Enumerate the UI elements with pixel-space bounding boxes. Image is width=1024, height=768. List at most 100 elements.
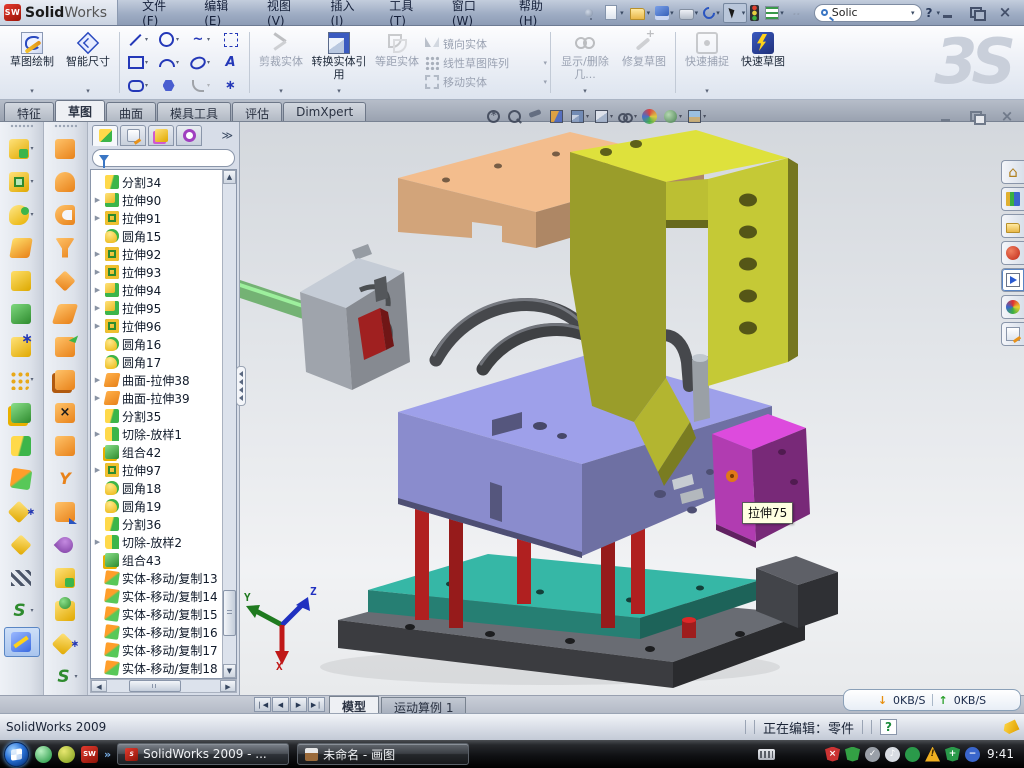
polygon-tool[interactable] (154, 75, 184, 97)
offset-surface-button[interactable] (44, 363, 87, 396)
overflow-button[interactable]: .. (787, 3, 808, 23)
boundary-surface-button[interactable] (44, 231, 87, 264)
save-button[interactable]: ▾ (653, 4, 676, 22)
part-base-plate-teal-face[interactable] (536, 590, 544, 595)
insert-mold-folder-button[interactable] (44, 528, 87, 561)
part-base-slab-face[interactable] (645, 646, 655, 652)
part-core-block-face[interactable] (533, 422, 547, 430)
mold-point-button[interactable]: ▾ (44, 627, 87, 660)
doc-minimize-button[interactable] (938, 110, 956, 123)
print-button[interactable]: ▾ (677, 4, 701, 22)
instant3d-button[interactable] (4, 627, 40, 657)
quicklaunch-messenger-icon[interactable] (35, 746, 52, 763)
design-library-tab[interactable] (1001, 187, 1024, 211)
delete-face-button[interactable]: × (44, 396, 87, 429)
tree-vertical-scrollbar[interactable]: ▲ ▼ (222, 170, 236, 678)
tab-scroll-prev-button[interactable]: ◀ (272, 697, 289, 712)
view-settings-icon[interactable]: ▾ (687, 109, 706, 124)
part-base-slab-face[interactable] (735, 631, 745, 637)
hide-show-items-icon[interactable]: ▾ (618, 109, 637, 124)
featuremanager-tree-tab[interactable] (92, 125, 118, 146)
zoom-fit-icon[interactable] (486, 109, 502, 124)
tab-evaluate[interactable]: 评估 (232, 102, 282, 121)
scroll-right-button[interactable]: ▶ (220, 680, 236, 692)
part-core-block-face[interactable] (654, 490, 666, 498)
lofted-surface-button[interactable] (44, 330, 87, 363)
extruded-cut-button[interactable]: ▾ (0, 165, 43, 198)
view-palette-tab[interactable] (1001, 268, 1024, 292)
feature-tree-item[interactable]: ▶ 拉伸91 (93, 209, 220, 227)
mirror-entities-button[interactable]: 镜向实体 (425, 36, 547, 52)
graphics-viewport[interactable]: ▾ ▾ ▾ (240, 122, 1024, 695)
mold-spline-button[interactable]: S ▾ (44, 660, 87, 693)
feature-tree-item[interactable]: 实体-移动/复制14 (93, 587, 220, 605)
move-entities-button[interactable]: 移动实体 ▾ (425, 74, 547, 90)
part-extrude75-block-face[interactable] (790, 479, 798, 485)
text-tool[interactable]: A (216, 52, 246, 74)
magnify-icon[interactable] (528, 109, 544, 124)
part-base-slab-face[interactable] (485, 631, 495, 637)
tab-features[interactable]: 特征 (4, 102, 54, 121)
status-help-button[interactable]: ? (880, 719, 897, 735)
feature-tree-item[interactable]: ▶ 切除-放样2 (93, 533, 220, 551)
scroll-left-button[interactable]: ◀ (91, 680, 107, 692)
feature-tree-item[interactable]: 组合42 (93, 443, 220, 461)
arc-tool[interactable]: ▾ (154, 52, 184, 74)
rapid-sketch-button[interactable]: 快速草图 (735, 28, 791, 97)
tray-shield-plus-icon[interactable]: + (945, 747, 960, 762)
new-file-button[interactable]: ▾ (601, 3, 626, 22)
part-clamp-bracket-face[interactable] (600, 148, 612, 156)
feature-tree-item[interactable]: 分割35 (93, 407, 220, 425)
solidworks-search-tab[interactable] (1001, 241, 1024, 265)
doc-close-button[interactable]: × (998, 110, 1016, 123)
configurationmanager-tab[interactable] (148, 125, 174, 146)
part-top-plate-face[interactable] (494, 164, 502, 169)
part-base-slab-face[interactable] (565, 638, 575, 644)
pattern-button[interactable]: ▾ (0, 363, 43, 396)
part-clamp-bracket-face[interactable] (739, 226, 757, 239)
solidworks-resources-tab[interactable]: ⌂ (1001, 160, 1024, 184)
part-clamp-bracket-face[interactable] (739, 194, 757, 207)
tree-horizontal-scrollbar[interactable]: ◀ ▶ (90, 679, 237, 693)
part-top-plate-face[interactable] (442, 178, 450, 183)
open-button[interactable]: ▾ (627, 4, 653, 22)
feature-tree-item[interactable]: 圆角17 (93, 353, 220, 371)
help-button[interactable]: ? (926, 6, 933, 20)
smart-dimension-button[interactable]: 智能尺寸 ▾ (60, 28, 116, 97)
parting-line-button[interactable]: Y (44, 462, 87, 495)
feature-tree-item[interactable]: ▶ 拉伸97 (93, 461, 220, 479)
part-fitting-face[interactable] (692, 356, 710, 422)
feature-tree-item[interactable]: ▶ 拉伸90 (93, 191, 220, 209)
feature-tree-item[interactable]: 实体-移动/复制17 (93, 641, 220, 659)
tag-icon[interactable] (1001, 719, 1019, 735)
part-clamp-bracket-face[interactable] (666, 220, 708, 228)
feature-tree-item[interactable]: ▶ 拉伸95 (93, 299, 220, 317)
feature-tree-item[interactable]: ▶ 拉伸93 (93, 263, 220, 281)
panel-chevron-icon[interactable]: ≫ (221, 129, 235, 142)
feature-tree-item[interactable]: 实体-移动/复制16 (93, 623, 220, 641)
display-style-icon[interactable]: ▾ (594, 109, 613, 124)
lofted-cut-button[interactable] (0, 297, 43, 330)
sketch-fillet-tool[interactable]: ▾ (185, 75, 215, 97)
dome-button[interactable] (44, 594, 87, 627)
slot-tool[interactable]: ▾ (123, 75, 153, 97)
part-clamp-bracket-face[interactable] (739, 258, 757, 271)
part-fitting-face[interactable] (692, 354, 708, 362)
scrollbar-thumb[interactable] (129, 680, 181, 692)
part-guide-pins-face[interactable] (682, 617, 696, 623)
undo-button[interactable]: ▾ (701, 5, 722, 21)
feature-tree-item[interactable]: 组合43 (93, 551, 220, 569)
part-extrude75-block-face[interactable] (778, 449, 786, 455)
knit-surface-button[interactable] (44, 264, 87, 297)
rebuild-button[interactable] (748, 3, 762, 23)
start-button[interactable] (4, 742, 29, 767)
convert-entities-button[interactable]: 转换实体引用 ▾ (309, 28, 369, 97)
part-head-block-face[interactable] (374, 276, 388, 302)
ruled-surface-button[interactable] (44, 165, 87, 198)
feature-tree-item[interactable]: ▶ 拉伸92 (93, 245, 220, 263)
pin-icon[interactable] (579, 3, 600, 23)
tab-scroll-first-button[interactable]: ❘◀ (254, 697, 271, 712)
point-tool[interactable]: ∗ (216, 75, 246, 97)
reference-point-button[interactable]: ▾ (0, 495, 43, 528)
part-clamp-bracket-face[interactable] (630, 140, 642, 148)
